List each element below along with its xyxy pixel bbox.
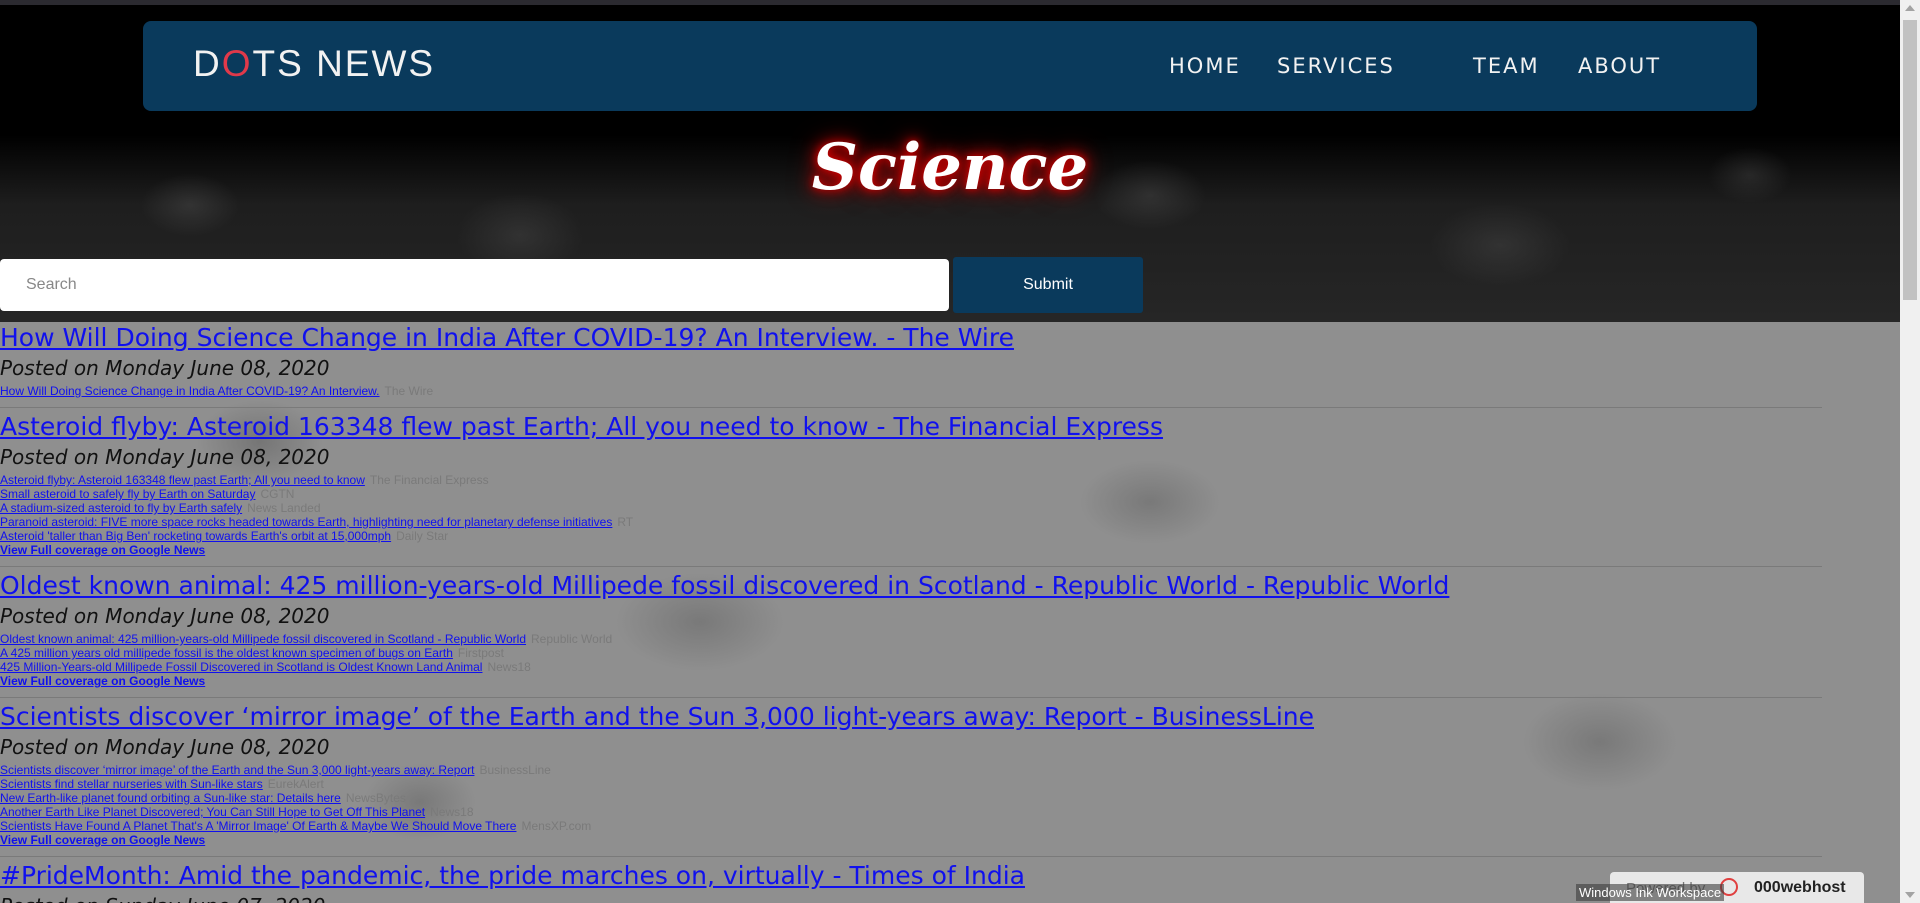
- related-item: Small asteroid to safely fly by Earth on…: [0, 487, 1822, 501]
- brand-logo[interactable]: DOTS NEWS: [193, 43, 435, 85]
- related-item: Oldest known animal: 425 million-years-o…: [0, 632, 1822, 646]
- full-coverage-link[interactable]: View Full coverage on Google News: [0, 674, 1822, 688]
- related-source: CGTN: [260, 487, 295, 501]
- page-title: Science: [811, 130, 1089, 205]
- related-link[interactable]: Asteroid flyby: Asteroid 163348 flew pas…: [0, 473, 365, 487]
- related-item: Another Earth Like Planet Discovered; Yo…: [0, 805, 1822, 819]
- news-article: #PrideMonth: Amid the pandemic, the prid…: [0, 860, 1822, 903]
- related-item: Scientists find stellar nurseries with S…: [0, 777, 1822, 791]
- scroll-down-arrow-icon[interactable]: [1905, 892, 1915, 898]
- posted-date: Posted on Monday June 08, 2020: [0, 735, 330, 759]
- related-item: Paranoid asteroid: FIVE more space rocks…: [0, 515, 1822, 529]
- related-item: Asteroid flyby: Asteroid 163348 flew pas…: [0, 473, 1822, 487]
- posted-date: Posted on Monday June 08, 2020: [0, 356, 330, 380]
- related-source: Daily Star: [396, 529, 449, 543]
- search-input[interactable]: [0, 259, 949, 311]
- related-source: Republic World: [531, 632, 613, 646]
- related-link[interactable]: How Will Doing Science Change in India A…: [0, 384, 380, 398]
- related-link[interactable]: A stadium-sized asteroid to fly by Earth…: [0, 501, 242, 515]
- related-source: The Financial Express: [369, 473, 489, 487]
- full-coverage-link[interactable]: View Full coverage on Google News: [0, 543, 1822, 557]
- article-title-link[interactable]: Asteroid flyby: Asteroid 163348 flew pas…: [0, 411, 1822, 442]
- news-article: Scientists discover ‘mirror image’ of th…: [0, 701, 1822, 857]
- related-link[interactable]: Oldest known animal: 425 million-years-o…: [0, 632, 526, 646]
- brand-rest: TS NEWS: [252, 43, 436, 84]
- related-source: News Landed: [247, 501, 321, 515]
- related-source: MensXP.com: [521, 819, 592, 833]
- host-name: 000webhost: [1754, 879, 1846, 896]
- posted-date: Posted on Monday June 08, 2020: [0, 604, 330, 628]
- related-link[interactable]: Asteroid 'taller than Big Ben' rocketing…: [0, 529, 391, 543]
- related-source: Firstpost: [457, 646, 504, 660]
- related-item: A stadium-sized asteroid to fly by Earth…: [0, 501, 1822, 515]
- brand-o-accent: O: [221, 43, 253, 84]
- article-title-link[interactable]: How Will Doing Science Change in India A…: [0, 322, 1822, 353]
- related-source: News18: [487, 660, 531, 674]
- vertical-scrollbar[interactable]: [1900, 0, 1920, 903]
- full-coverage-link[interactable]: View Full coverage on Google News: [0, 833, 1822, 847]
- news-article: How Will Doing Science Change in India A…: [0, 322, 1822, 408]
- related-source: RT: [617, 515, 634, 529]
- related-link[interactable]: Scientists find stellar nurseries with S…: [0, 777, 263, 791]
- nav-services[interactable]: SERVICES: [1277, 54, 1395, 78]
- related-item: Scientists Have Found A Planet That's A …: [0, 819, 1822, 833]
- related-link[interactable]: Another Earth Like Planet Discovered; Yo…: [0, 805, 425, 819]
- related-source: The Wire: [384, 384, 434, 398]
- related-source: News18: [430, 805, 474, 819]
- related-item: How Will Doing Science Change in India A…: [0, 384, 1822, 398]
- related-link[interactable]: A 425 million years old millipede fossil…: [0, 646, 453, 660]
- article-title-link[interactable]: Scientists discover ‘mirror image’ of th…: [0, 701, 1822, 732]
- brand-prefix: D: [193, 43, 222, 84]
- scroll-thumb[interactable]: [1903, 20, 1917, 300]
- related-link[interactable]: New Earth-like planet found orbiting a S…: [0, 791, 341, 805]
- related-link[interactable]: Scientists discover ‘mirror image’ of th…: [0, 763, 474, 777]
- article-title-link[interactable]: #PrideMonth: Amid the pandemic, the prid…: [0, 860, 1822, 891]
- nav-home[interactable]: HOME: [1169, 54, 1241, 78]
- related-source: NewsBytes: [345, 791, 406, 805]
- related-source: EurekAlert: [267, 777, 324, 791]
- news-article: Asteroid flyby: Asteroid 163348 flew pas…: [0, 411, 1822, 567]
- news-article: Oldest known animal: 425 million-years-o…: [0, 570, 1822, 698]
- related-item: A 425 million years old millipede fossil…: [0, 646, 1822, 660]
- related-link[interactable]: Paranoid asteroid: FIVE more space rocks…: [0, 515, 612, 529]
- related-link[interactable]: Scientists Have Found A Planet That's A …: [0, 819, 516, 833]
- related-source: BusinessLine: [479, 763, 551, 777]
- posted-date: Posted on Monday June 08, 2020: [0, 445, 330, 469]
- scroll-up-arrow-icon[interactable]: [1905, 5, 1915, 11]
- ink-workspace-label: Windows Ink Workspace: [1576, 884, 1725, 901]
- posted-date: Posted on Sunday June 07, 2020: [0, 891, 1822, 903]
- news-list: How Will Doing Science Change in India A…: [0, 322, 1900, 903]
- submit-button[interactable]: Submit: [953, 257, 1143, 313]
- related-item: 425 Million-Years-old Millipede Fossil D…: [0, 660, 1822, 674]
- related-item: Asteroid 'taller than Big Ben' rocketing…: [0, 529, 1822, 543]
- navbar: DOTS NEWS HOME SERVICES TEAM ABOUT: [143, 21, 1757, 111]
- related-item: Scientists discover ‘mirror image’ of th…: [0, 763, 1822, 777]
- article-title-link[interactable]: Oldest known animal: 425 million-years-o…: [0, 570, 1822, 601]
- related-item: New Earth-like planet found orbiting a S…: [0, 791, 1822, 805]
- related-link[interactable]: 425 Million-Years-old Millipede Fossil D…: [0, 660, 482, 674]
- related-link[interactable]: Small asteroid to safely fly by Earth on…: [0, 487, 255, 501]
- nav-team[interactable]: TEAM: [1473, 54, 1540, 78]
- nav-about[interactable]: ABOUT: [1578, 54, 1661, 78]
